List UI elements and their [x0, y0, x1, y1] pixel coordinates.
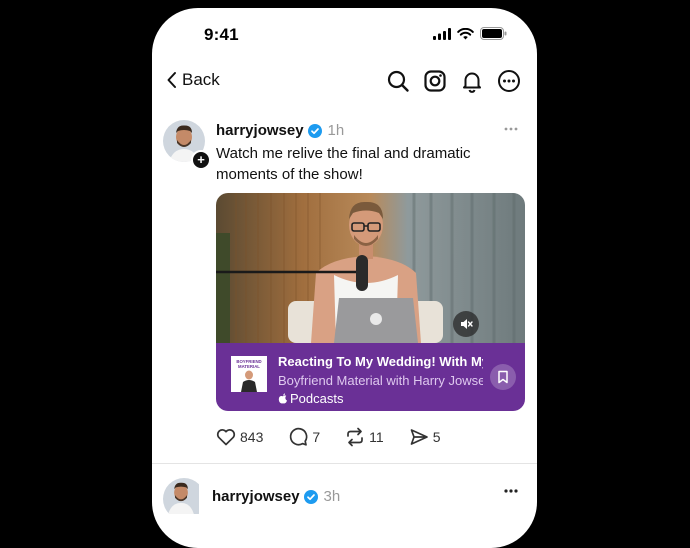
- svg-text:MATERIAL: MATERIAL: [238, 364, 260, 369]
- podcast-source: Podcasts: [278, 391, 343, 406]
- avatar[interactable]: [163, 478, 205, 520]
- verified-badge-icon: [307, 123, 322, 138]
- repost-icon: [347, 427, 364, 447]
- verified-badge-icon: [303, 489, 318, 504]
- reply-count: 7: [312, 429, 321, 445]
- post-header: harryjowsey 1h: [216, 122, 344, 139]
- status-time: 9:41: [204, 25, 239, 44]
- chevron-left-icon: [167, 72, 176, 88]
- share-count: 5: [432, 429, 441, 445]
- mute-button[interactable]: [453, 311, 479, 337]
- battery-icon: [480, 27, 507, 40]
- post-actions: 843 7 11 5: [215, 426, 441, 448]
- repost-button[interactable]: 11: [344, 426, 384, 448]
- post-divider: [152, 463, 537, 464]
- podcast-cover: BOYFRIEND MATERIAL: [231, 356, 267, 392]
- bell-icon[interactable]: [460, 69, 484, 93]
- username[interactable]: harryjowsey: [212, 488, 300, 505]
- podcast-subtitle: Boyfriend Material with Harry Jowsey: [278, 373, 483, 388]
- mute-icon: [461, 319, 473, 329]
- back-label: Back: [182, 70, 220, 89]
- post-time: 3h: [323, 488, 341, 505]
- search-icon[interactable]: [386, 69, 410, 93]
- nav-actions: [386, 69, 521, 93]
- username[interactable]: harryjowsey: [216, 122, 304, 139]
- like-button[interactable]: 843: [215, 426, 263, 448]
- reply-icon: [290, 427, 308, 446]
- avatar-image: [163, 478, 199, 514]
- top-nav: Back: [152, 66, 537, 98]
- podcast-source-label: Podcasts: [290, 391, 344, 406]
- podcast-title: Reacting To My Wedding! With My: [278, 354, 483, 369]
- podcast-video-card[interactable]: BOYFRIEND MATERIAL Reacting To My Weddin…: [216, 193, 525, 411]
- share-button[interactable]: 5: [408, 426, 441, 448]
- podcast-cover-art: BOYFRIEND MATERIAL: [231, 356, 267, 392]
- back-button[interactable]: Back: [166, 70, 220, 90]
- post-more-icon[interactable]: [503, 488, 519, 494]
- post-time: 1h: [327, 122, 345, 139]
- status-bar: 9:41: [152, 8, 537, 58]
- instagram-icon[interactable]: [423, 69, 447, 93]
- bookmark-icon: [498, 370, 508, 384]
- avatar-container[interactable]: +: [163, 120, 211, 170]
- bookmark-button[interactable]: [490, 364, 516, 390]
- repost-count: 11: [369, 429, 384, 445]
- avatar-container[interactable]: [163, 478, 207, 522]
- phone-screen: 9:41 Back + harryjowsey 1h Watch me reli…: [152, 8, 537, 548]
- signal-icon: [433, 27, 451, 40]
- post-more-icon[interactable]: [503, 126, 519, 132]
- reply-button[interactable]: 7: [287, 426, 320, 448]
- heart-icon: [216, 429, 236, 446]
- more-icon[interactable]: [497, 69, 521, 93]
- podcast-info-bar[interactable]: BOYFRIEND MATERIAL Reacting To My Weddin…: [216, 343, 525, 411]
- status-icons: [433, 27, 507, 40]
- apple-icon: [278, 393, 287, 404]
- wifi-icon: [457, 27, 474, 39]
- post-header: harryjowsey 3h: [212, 488, 340, 505]
- follow-plus-button[interactable]: +: [191, 150, 211, 170]
- send-icon: [410, 429, 428, 445]
- like-count: 843: [240, 429, 264, 445]
- post-text: Watch me relive the final and dramatic m…: [216, 145, 471, 183]
